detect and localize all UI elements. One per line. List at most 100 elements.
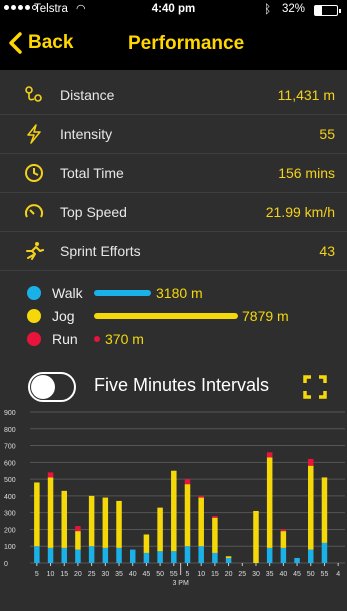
bar-segment-run [47,472,54,478]
y-tick-label: 0 [4,561,8,568]
bar-segment-jog [75,531,81,550]
stat-label: Distance [60,87,115,103]
status-bar: Telstra ◠ 4:40 pm ᛒ 32% [0,0,347,20]
x-tick-label: 5 [35,571,39,578]
lightning-icon [27,124,41,144]
y-tick-label: 400 [4,494,16,501]
speedometer-icon [25,204,43,218]
y-tick-label: 500 [4,477,16,484]
stat-row-intensity: Intensity 55 [0,115,347,154]
bar-segment-jog [253,510,259,563]
x-tick-label: 50 [307,571,315,578]
bar-segment-run [212,516,218,518]
bar-segment-run [266,452,273,458]
jog-distance-bar [94,313,238,319]
location-path-icon [25,86,42,102]
bar-segment-jog [34,482,40,547]
bar-segment-walk [88,546,95,563]
battery-percentage: 32% [282,3,306,15]
bar-segment-walk [171,551,177,563]
stat-label: Top Speed [60,204,127,220]
x-tick-label: 15 [211,571,219,578]
run-distance-bar [94,336,100,342]
bar-segment-walk [47,547,54,563]
legend-name: Run [52,331,78,347]
bar-segment-jog [171,470,177,552]
jog-color-dot [27,309,41,323]
x-tick-label: 25 [88,571,96,578]
bar-segment-jog [61,490,67,548]
bar-segment-walk [198,546,204,563]
legend-row-jog: Jog 7879 m [0,305,347,328]
x-tick-label: 5 [186,571,190,578]
chevron-left-icon [9,32,22,54]
stat-value: 11,431 m [277,87,335,103]
bar-segment-walk [266,547,273,563]
y-tick-label: 300 [4,511,16,518]
bar-segment-jog [102,497,109,548]
bar-segment-jog [116,500,122,548]
hour-marker-label: 3 PM [172,580,189,587]
legend-value: 7879 m [242,308,289,324]
walk-color-dot [27,286,41,300]
bar-segment-walk [212,552,218,563]
bar-segment-walk [102,547,109,563]
legend-row-walk: Walk 3180 m [0,282,347,305]
activity-legend: Walk 3180 m Jog 7879 m Run 370 m [0,282,347,351]
y-tick-label: 800 [4,427,16,434]
bar-segment-walk [157,551,163,563]
x-tick-label: 20 [74,571,82,578]
fullscreen-icon[interactable] [303,375,327,399]
legend-value: 3180 m [156,285,203,301]
bar-segment-run [75,526,81,532]
stats-list: Distance 11,431 m Intensity 55 Total Tim… [0,76,347,271]
bar-segment-jog [280,531,287,548]
navigation-bar: Back Performance [0,20,347,70]
bar-segment-jog [266,457,273,548]
bar-segment-run [198,495,204,498]
x-tick-label: 20 [225,571,233,578]
bar-segment-run [184,479,191,485]
x-tick-label: 30 [252,571,260,578]
bluetooth-icon: ᛒ [264,2,272,16]
bar-segment-walk [116,547,122,563]
bar-segment-walk [308,549,314,563]
stat-label: Sprint Efforts [60,243,141,259]
stat-row-total-time: Total Time 156 mins [0,154,347,193]
battery-icon [314,5,341,16]
x-tick-label: 40 [129,571,137,578]
x-tick-label: 55 [170,571,178,578]
bar-segment-jog [47,477,54,548]
stat-value: 21.99 km/h [265,204,335,220]
x-tick-label: 30 [101,571,109,578]
page-title: Performance [128,33,245,54]
x-tick-label: 25 [238,571,246,578]
bar-segment-run [308,458,314,466]
stat-row-sprint-efforts: Sprint Efforts 43 [0,232,347,271]
stat-label: Total Time [60,165,124,181]
bar-segment-walk [75,549,81,563]
legend-row-run: Run 370 m [0,328,347,351]
y-tick-label: 100 [4,544,16,551]
bar-segment-jog [308,465,314,550]
stat-label: Intensity [60,126,113,142]
x-tick-label: 10 [197,571,205,578]
bar-segment-walk [321,542,328,563]
stat-value: 43 [319,243,335,259]
legend-value: 370 m [105,331,144,347]
y-tick-label: 200 [4,527,16,534]
back-button[interactable]: Back [8,32,73,54]
interval-toggle-row: Five Minutes Intervals [0,370,347,404]
sprinter-icon [26,242,44,260]
stat-row-distance: Distance 11,431 m [0,76,347,115]
bar-segment-walk [280,547,287,563]
interval-toggle-switch[interactable] [28,372,76,402]
stat-row-top-speed: Top Speed 21.99 km/h [0,193,347,232]
bar-segment-jog [212,517,218,553]
x-tick-label: 55 [321,571,329,578]
stat-value: 156 mins [278,165,335,181]
bar-segment-walk [294,557,300,563]
x-tick-label: 50 [156,571,164,578]
bar-segment-jog [143,534,150,553]
y-tick-label: 600 [4,460,16,467]
